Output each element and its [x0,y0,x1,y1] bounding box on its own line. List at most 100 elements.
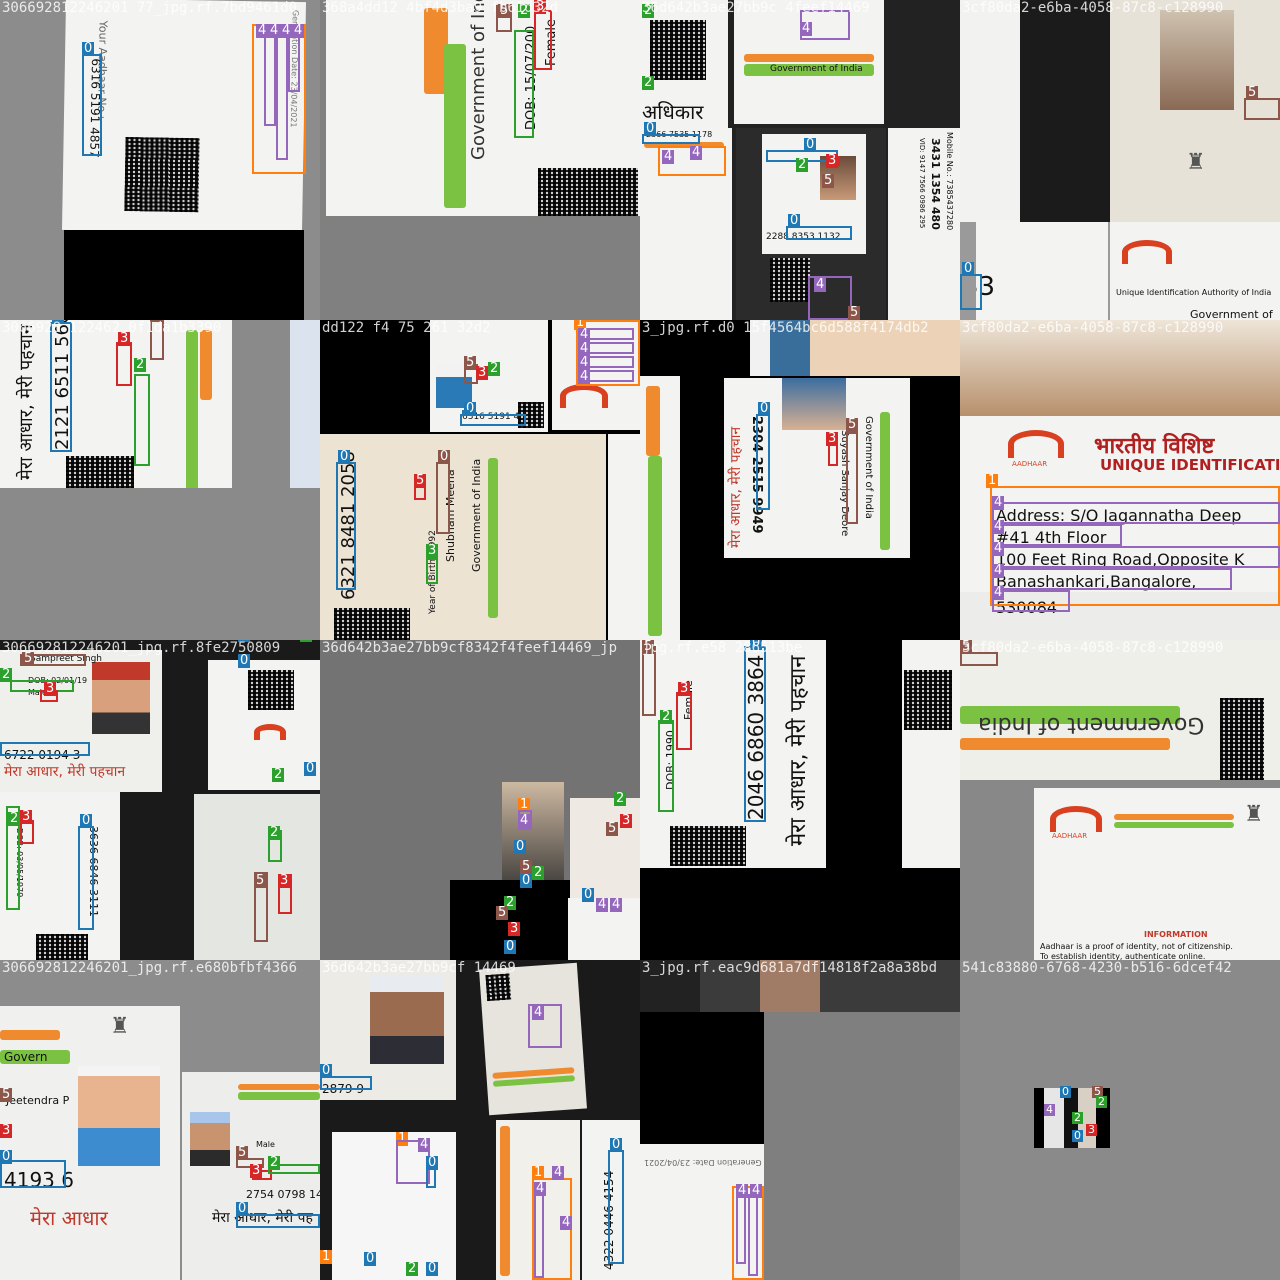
tile-title: 3cf80da2-e6ba-4058-87c8-c128990 [962,640,1224,656]
aadhaar-logo-text: AADHAAR [1012,460,1048,468]
bbox-label: 5 [848,305,861,320]
bbox-label: 0 [426,1155,439,1170]
info-line-1: Aadhaar is a proof of identity, not of c… [1040,942,1233,951]
bbox-label: 2 [614,791,627,806]
bbox-label: 0 [0,1149,13,1164]
bbox-label: 3 [20,809,33,824]
bbox-label: 0 [1060,1085,1071,1098]
bbox-label: 4 [292,23,305,38]
hindi-tagline: मेरा आधार, मेरी पहचान [728,426,744,548]
bbox-label: 4 [534,1181,547,1196]
bbox-label: 2 [532,865,545,880]
bbox-number [50,322,72,452]
bbox-label: 4 [268,23,281,38]
bbox-number [786,226,852,240]
address-sheet-left [332,1132,456,1280]
qr-code [485,973,512,1002]
tile-5: 6316 5191 4857 6321 8481 2058 Shubham Me… [320,320,640,640]
bbox-address-line [992,546,1280,568]
bbox-label: 3 [1086,1123,1097,1136]
bbox-number [462,410,470,414]
bbox-label: 5 [464,355,477,370]
tile-title: 3_jpg.rf.d0 15f4564bc6d588f4174db2 [642,320,929,336]
bbox-label: 4 [256,23,269,38]
uidai-text: Unique Identification Authority of India [1116,288,1272,297]
bbox-dob [658,720,674,812]
information-heading: INFORMATION [1144,930,1208,939]
black-region [64,230,304,320]
blue-card-fragment [290,320,320,488]
bbox-gender [676,692,692,750]
tile-title: 36d642b3ae27bb9cf 14469 [322,960,516,976]
card-photo [1160,10,1234,110]
aadhaar-logo-text: AADHAAR [1052,832,1088,840]
bbox-label: 3 [476,365,489,380]
bbox-name [1244,98,1280,120]
bbox-gender [828,444,838,466]
aadhaar-logo-icon [560,384,608,408]
bbox-label: 3 [278,873,291,888]
qr-code [248,670,294,710]
hindi-tagline: मेरा आधार, मेरी पहचान [786,655,811,846]
bbox-number [744,646,766,822]
bbox-label: 4 [578,355,591,370]
mosaic-grid: Your Aadhaar No.: 6316 5191 4857 Generat… [0,0,1280,1280]
bbox-label: 2 [268,825,281,840]
aadhaar-card-large: ♜ Govern Jeetendra P 4193 6 मेरा आधार [0,1006,180,1280]
tile-title: 3_jpg.rf.eac9d681a7df14818f2a8a38bd [642,960,938,976]
qr-code [124,136,200,213]
bbox-label: 1 [320,1249,333,1264]
bbox-label: 4 [750,1183,763,1198]
bbox-label: 5 [822,173,835,188]
name-text: Jeetendra P [6,1094,70,1107]
bbox-label: 0 [236,1201,249,1216]
qr-code [66,456,134,488]
bbox-address-line [992,568,1232,590]
tile-title: 306692812246201 77_jpg.rf.7bd9461d0 [2,0,298,16]
government-text: Government of [1190,308,1273,320]
qr-code [650,20,706,80]
bbox-label: 5 [606,821,619,836]
bbox-gender [116,342,132,386]
aadhaar-card-rotated: Government of India DOB: 15/07/200 Femal… [326,0,640,216]
orange-stripe [500,1126,510,1276]
tile-14: Generation Date: 23/04/2021 4 4 3_jpg.rf… [640,960,960,1280]
bbox-label: 5 [496,905,509,920]
bbox-label: 4 [560,1215,573,1230]
aadhaar-card-right: Unique Identification Authority of India… [1110,222,1280,320]
bbox-number [320,1076,372,1090]
tile-title: 306692812246201_jpg.rf.8fe2750809 [2,640,281,656]
bbox-label: 2 [268,1155,281,1170]
bbox-label: 3 [250,1163,263,1178]
mobile-number: Mobile No.: 7385437280 [945,132,954,231]
card-photo [782,378,846,430]
bbox-label: 2 [272,767,285,782]
bbox-label: 4 [532,1005,545,1020]
tile-11: Government of India AADHAAR ♜ INFORMATIO… [960,640,1280,960]
dark-strip [960,0,1110,222]
tile-0: Your Aadhaar No.: 6316 5191 4857 Generat… [0,0,320,320]
bbox-address-line [992,502,1280,524]
qr-code [36,934,88,960]
vid-number: VID: 9147 7566 0986 295 [918,138,926,229]
bbox-number [236,1214,320,1228]
bbox-label: 0 [82,41,95,56]
emblem-icon: ♜ [1186,150,1206,175]
bbox-label: 0 [520,873,533,888]
tile-6: 2304 2515 9949 Suyash Sanjay Deore Gover… [640,320,960,640]
bbox-label: 5 [0,1087,13,1102]
hindi-tagline: मेरा आधार, मेरी पहचान [16,324,37,480]
bbox-label: 2 [488,361,501,376]
bbox-label: 0 [1072,1129,1083,1142]
bbox-label: 3 [426,543,439,558]
bbox-number [756,414,770,510]
bbox-label: 4 [578,369,591,384]
bbox-label: 0 [304,761,317,776]
bbox-label: 4 [736,1183,749,1198]
bbox-label: 0 [514,839,527,854]
tile-1: Government of India DOB: 15/07/200 Femal… [320,0,640,320]
bbox-label: 4 [518,813,531,828]
bbox-number [336,462,356,590]
bbox-label: 0 [962,261,975,276]
emblem-icon: ♜ [110,1014,130,1039]
